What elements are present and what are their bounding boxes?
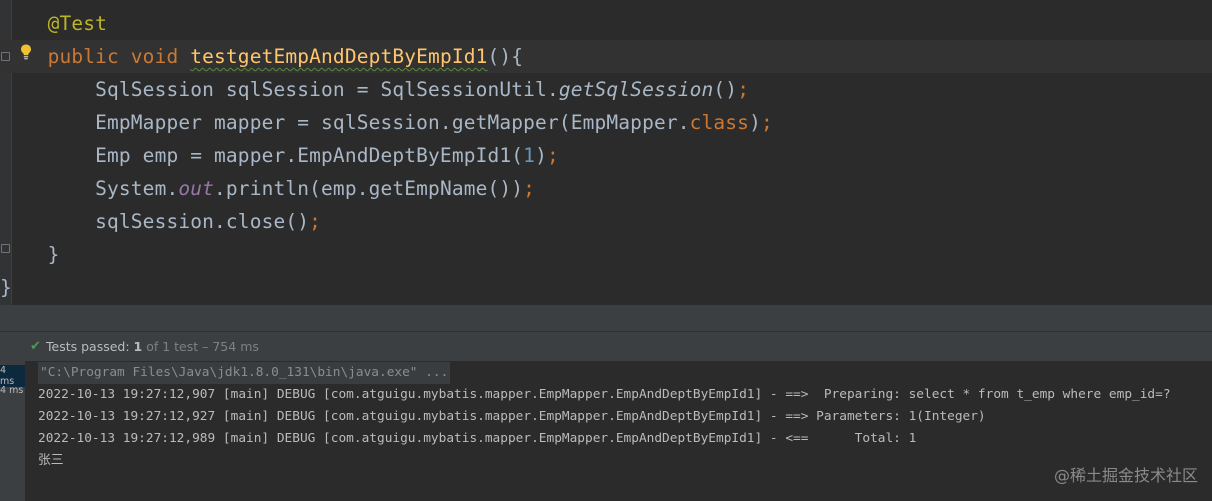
console-line: 2022-10-13 19:27:12,989 [main] DEBUG [co… [38, 431, 917, 446]
status-rest: of 1 test – 754 ms [142, 339, 259, 354]
code-text: ) [749, 111, 761, 134]
keyword-void: void [130, 45, 179, 68]
semicolon: ; [309, 210, 322, 233]
code-line-7[interactable]: sqlSession.close(); [0, 205, 321, 238]
test-time-2[interactable]: 4 ms [0, 385, 23, 396]
code-text: SqlSession sqlSession = SqlSessionUtil. [95, 78, 559, 101]
semicolon: ; [760, 111, 773, 134]
code-line-3[interactable]: SqlSession sqlSession = SqlSessionUtil.g… [0, 73, 749, 106]
semicolon: ; [523, 177, 536, 200]
console-output[interactable]: "C:\Program Files\Java\jdk1.8.0_131\bin\… [25, 361, 1212, 501]
code-line-5[interactable]: Emp emp = mapper.EmpAndDeptByEmpId1(1); [0, 139, 559, 172]
code-line-6[interactable]: System.out.println(emp.getEmpName()); [0, 172, 535, 205]
panel-splitter[interactable] [0, 305, 1212, 331]
static-call: getSqlSession [558, 78, 714, 101]
closing-brace: } [0, 276, 12, 299]
method-name[interactable]: testgetEmpAndDeptByEmpId1 [190, 45, 487, 68]
test-time-1[interactable]: 4 ms [0, 365, 25, 387]
watermark: @稀土掘金技术社区 [1053, 466, 1198, 485]
test-status-bar: ✔ Tests passed: 1 of 1 test – 754 ms [0, 332, 1212, 361]
fold-close-icon[interactable] [1, 244, 10, 253]
test-annotation: @Test [47, 12, 108, 35]
status-prefix: Tests passed: [46, 339, 134, 354]
keyword-public: public [47, 45, 119, 68]
code-text: .println(emp.getEmpName()) [214, 177, 524, 200]
code-line-8[interactable]: } [0, 238, 60, 271]
semicolon: ; [546, 144, 559, 167]
code-line-4[interactable]: EmpMapper mapper = sqlSession.getMapper(… [0, 106, 773, 139]
code-line-9[interactable]: } [0, 271, 12, 304]
check-icon: ✔ [30, 339, 41, 354]
code-text: sqlSession.close() [95, 210, 310, 233]
static-field: out [178, 177, 215, 200]
console-command-line[interactable]: "C:\Program Files\Java\jdk1.8.0_131\bin\… [38, 362, 451, 384]
code-text: ) [535, 144, 547, 167]
code-text: Emp emp = mapper.EmpAndDeptByEmpId1( [95, 144, 524, 167]
method-parens: (){ [487, 45, 524, 68]
code-line-1[interactable]: @Test [0, 7, 107, 40]
number-literal: 1 [523, 144, 536, 167]
code-line-2[interactable]: public void testgetEmpAndDeptByEmpId1(){ [0, 40, 1212, 73]
console-line: 2022-10-13 19:27:12,907 [main] DEBUG [co… [38, 387, 1171, 402]
code-text: EmpMapper mapper = sqlSession.getMapper(… [95, 111, 690, 134]
code-text: () [713, 78, 738, 101]
console-line: 张三 [38, 453, 64, 468]
test-tree[interactable]: 4 ms 4 ms [0, 361, 25, 501]
passed-count: 1 [133, 339, 143, 354]
console-line: 2022-10-13 19:27:12,927 [main] DEBUG [co… [38, 409, 986, 424]
keyword-class: class [689, 111, 750, 134]
test-status-text: Tests passed: 1 of 1 test – 754 ms [46, 332, 259, 361]
fold-open-icon[interactable] [1, 52, 10, 61]
closing-brace: } [47, 243, 60, 266]
code-text: System. [95, 177, 179, 200]
lightbulb-icon[interactable] [18, 43, 34, 61]
semicolon: ; [737, 78, 750, 101]
code-editor[interactable]: @Test public void testgetEmpAndDeptByEmp… [0, 0, 1212, 305]
